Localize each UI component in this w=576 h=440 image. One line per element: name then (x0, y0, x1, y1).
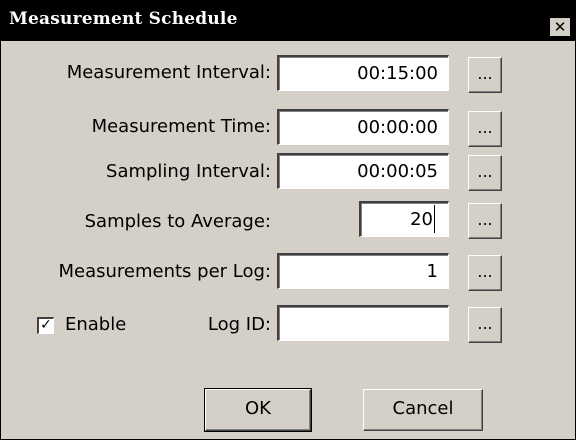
measurement-interval-input[interactable] (279, 57, 448, 90)
sampling-interval-field[interactable] (277, 153, 449, 189)
measurement-time-field[interactable] (277, 109, 449, 145)
measurements-per-log-input[interactable] (279, 255, 448, 288)
log-id-field[interactable] (277, 305, 449, 341)
samples-to-average-label: Samples to Average: (84, 211, 271, 232)
enable-label[interactable]: Enable (65, 314, 126, 335)
log-id-label: Log ID: (207, 314, 271, 335)
sampling-interval-label: Sampling Interval: (106, 161, 271, 182)
measurement-time-input[interactable] (279, 111, 448, 144)
measurement-schedule-dialog: Measurement Schedule ✕ Measurement Inter… (0, 0, 576, 440)
sampling-interval-browse-button[interactable]: ... (468, 155, 502, 191)
log-id-browse-button[interactable]: ... (468, 307, 502, 343)
enable-checkbox[interactable]: ✓ (37, 317, 54, 334)
measurement-interval-label: Measurement Interval: (66, 62, 271, 83)
samples-to-average-browse-button[interactable]: ... (468, 203, 502, 239)
dialog-title: Measurement Schedule (9, 9, 238, 29)
cancel-button[interactable]: Cancel (363, 389, 483, 431)
measurement-interval-browse-button[interactable]: ... (468, 57, 502, 93)
measurements-per-log-label: Measurements per Log: (58, 261, 271, 282)
close-icon: ✕ (553, 18, 567, 36)
measurements-per-log-field[interactable] (277, 253, 449, 289)
ok-button[interactable]: OK (204, 388, 312, 432)
measurement-time-label: Measurement Time: (91, 116, 271, 137)
measurement-time-browse-button[interactable]: ... (468, 111, 502, 147)
log-id-input[interactable] (279, 307, 448, 340)
sampling-interval-input[interactable] (279, 155, 448, 188)
title-bar[interactable]: Measurement Schedule ✕ (1, 1, 575, 41)
close-button[interactable]: ✕ (549, 17, 571, 37)
measurement-interval-field[interactable] (277, 55, 449, 91)
measurements-per-log-browse-button[interactable]: ... (468, 255, 502, 291)
samples-to-average-field[interactable] (359, 201, 449, 237)
text-caret (434, 205, 435, 233)
